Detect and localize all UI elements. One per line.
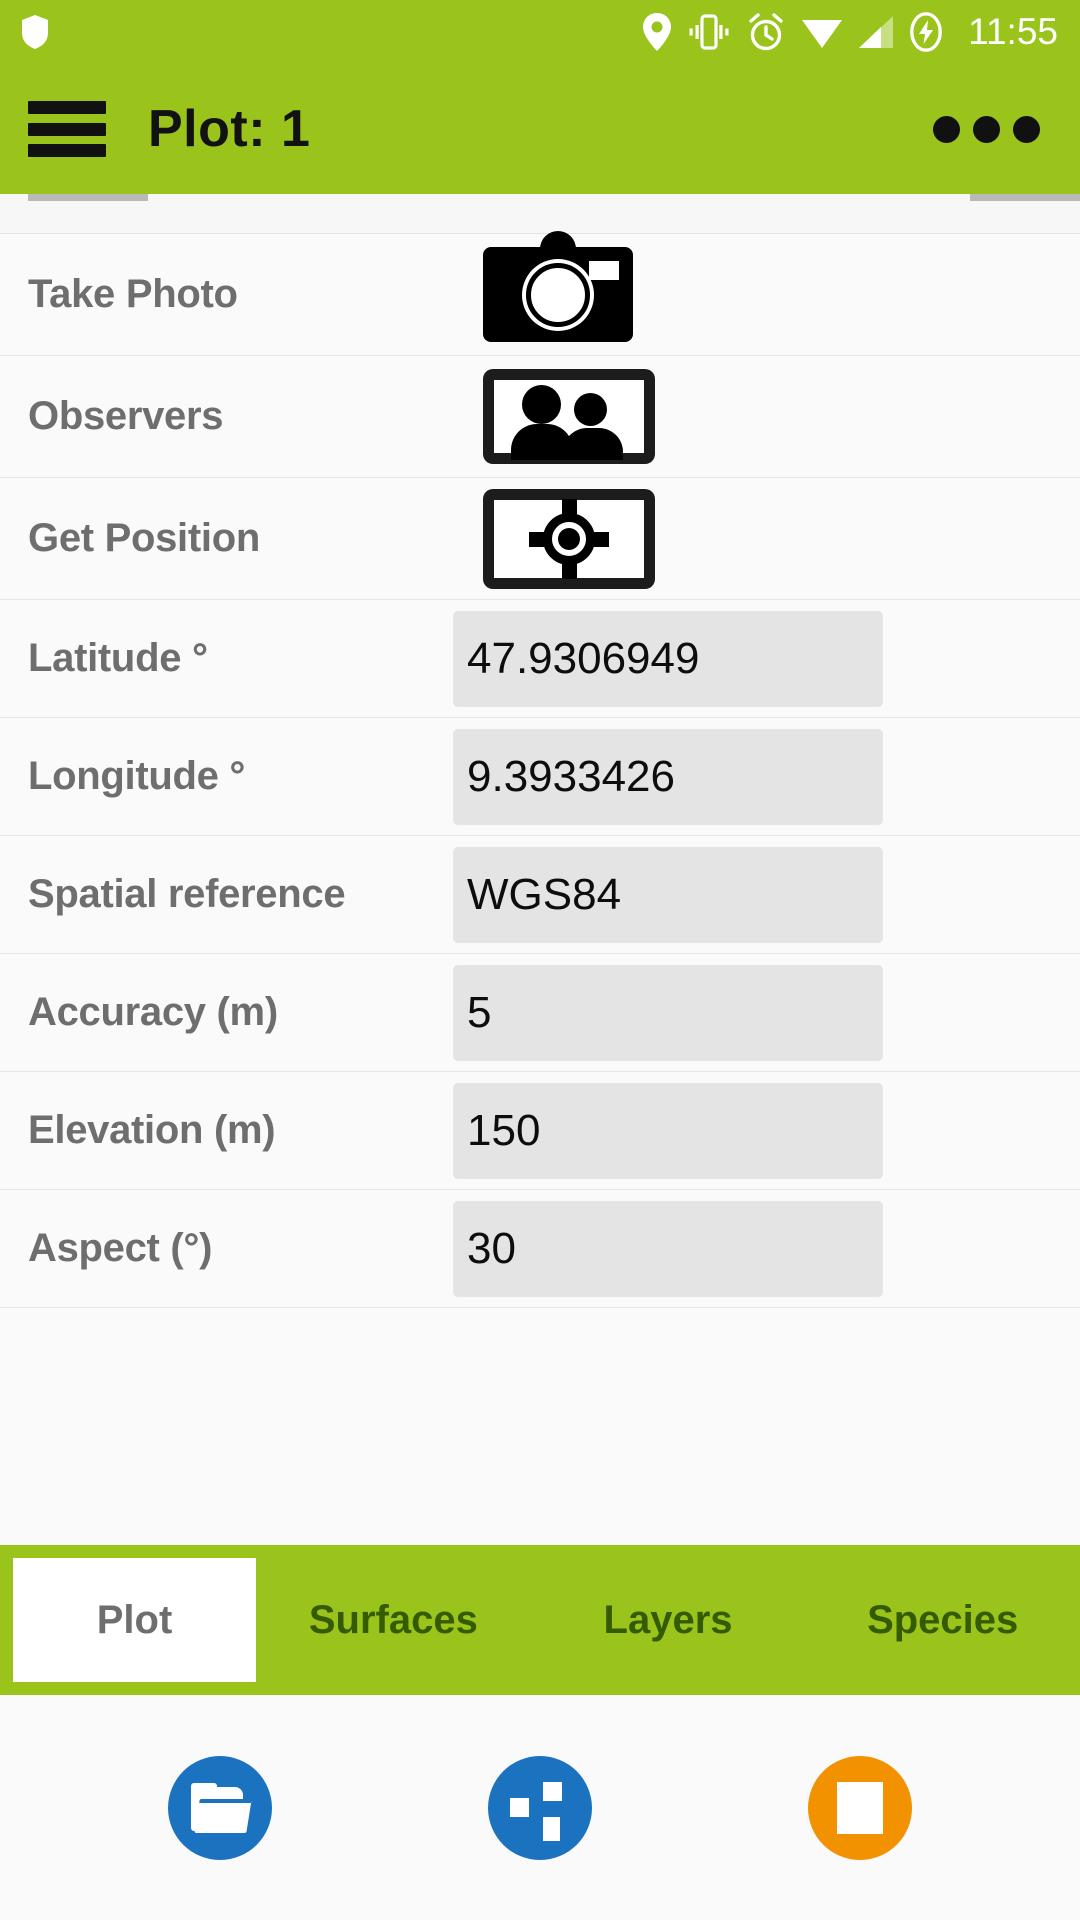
tab-label: Surfaces (308, 1597, 478, 1642)
row-label: Spatial reference (28, 872, 346, 916)
tab-plot[interactable]: Plot (13, 1558, 256, 1682)
tab-layers[interactable]: Layers (531, 1545, 806, 1695)
plot-form-list: Take Photo Observers Get Position Latitu… (0, 231, 1080, 1308)
spatial-reference-input[interactable]: WGS84 (453, 846, 883, 943)
observers-people-icon[interactable] (483, 369, 655, 464)
page-title: Plot: 1 (148, 100, 311, 158)
recent-apps-button[interactable] (488, 1755, 592, 1860)
row-elevation[interactable]: Elevation (m) 150 (0, 1072, 1080, 1190)
row-control[interactable]: 47.9306949 (453, 610, 1052, 707)
row-spatial-reference[interactable]: Spatial reference WGS84 (0, 836, 1080, 954)
bottom-navigation-bar (0, 1695, 1080, 1920)
row-label: Aspect (°) (28, 1226, 213, 1270)
row-control[interactable] (453, 369, 1052, 464)
row-take-photo[interactable]: Take Photo (0, 231, 1080, 356)
tab-label: Species (867, 1597, 1019, 1642)
tab-species[interactable]: Species (805, 1545, 1080, 1695)
row-control[interactable]: 9.3933426 (453, 728, 1052, 825)
hamburger-menu-icon[interactable] (28, 101, 106, 157)
tab-surfaces[interactable]: Surfaces (256, 1545, 531, 1695)
row-control[interactable] (453, 231, 1052, 342)
vibrate-icon (689, 14, 729, 50)
row-label: Accuracy (m) (28, 990, 278, 1034)
scroll-indicator-strip[interactable] (0, 194, 1080, 234)
accuracy-input[interactable]: 5 (453, 964, 883, 1061)
row-control[interactable] (453, 488, 1052, 589)
row-label: Longitude ° (28, 754, 246, 798)
row-label: Get Position (28, 516, 260, 560)
overflow-menu-icon[interactable] (933, 115, 1052, 143)
location-pin-icon (643, 13, 672, 51)
status-bar: 11:55 (0, 0, 1080, 64)
row-label: Take Photo (28, 272, 238, 316)
latitude-input[interactable]: 47.9306949 (453, 610, 883, 707)
row-label: Elevation (m) (28, 1108, 276, 1152)
apps-squares-icon (510, 1778, 570, 1841)
longitude-input[interactable]: 9.3933426 (453, 728, 883, 825)
shield-icon (22, 15, 48, 49)
app-bar: Plot: 1 (0, 64, 1080, 194)
row-get-position[interactable]: Get Position (0, 478, 1080, 600)
tab-label: Plot (96, 1597, 173, 1642)
row-label: Observers (28, 394, 224, 438)
row-latitude[interactable]: Latitude ° 47.9306949 (0, 600, 1080, 718)
status-bar-left (22, 15, 48, 49)
alarm-clock-icon (749, 13, 783, 51)
battery-charging-icon (910, 12, 943, 52)
stop-square-icon (837, 1781, 883, 1834)
status-bar-clock: 11:55 (968, 11, 1058, 52)
row-control[interactable]: 30 (453, 1200, 1052, 1297)
row-control[interactable]: 5 (453, 964, 1052, 1061)
open-folder-button[interactable] (168, 1755, 272, 1860)
row-accuracy[interactable]: Accuracy (m) 5 (0, 954, 1080, 1072)
bottom-tab-bar: Plot Surfaces Layers Species (0, 1545, 1080, 1695)
cellular-signal-icon (859, 16, 894, 48)
row-label: Latitude ° (28, 636, 208, 680)
row-control[interactable]: 150 (453, 1082, 1052, 1179)
folder-open-icon (191, 1782, 252, 1833)
row-control[interactable]: WGS84 (453, 846, 1052, 943)
elevation-input[interactable]: 150 (453, 1082, 883, 1179)
stop-button[interactable] (808, 1755, 912, 1860)
wifi-icon (802, 20, 843, 48)
row-aspect[interactable]: Aspect (°) 30 (0, 1190, 1080, 1308)
row-longitude[interactable]: Longitude ° 9.3933426 (0, 718, 1080, 836)
gps-crosshair-icon[interactable] (483, 488, 655, 589)
tab-label: Layers (603, 1597, 733, 1642)
camera-icon[interactable] (483, 231, 633, 342)
aspect-input[interactable]: 30 (453, 1200, 883, 1297)
status-bar-right: 11:55 (643, 11, 1058, 53)
row-observers[interactable]: Observers (0, 356, 1080, 478)
